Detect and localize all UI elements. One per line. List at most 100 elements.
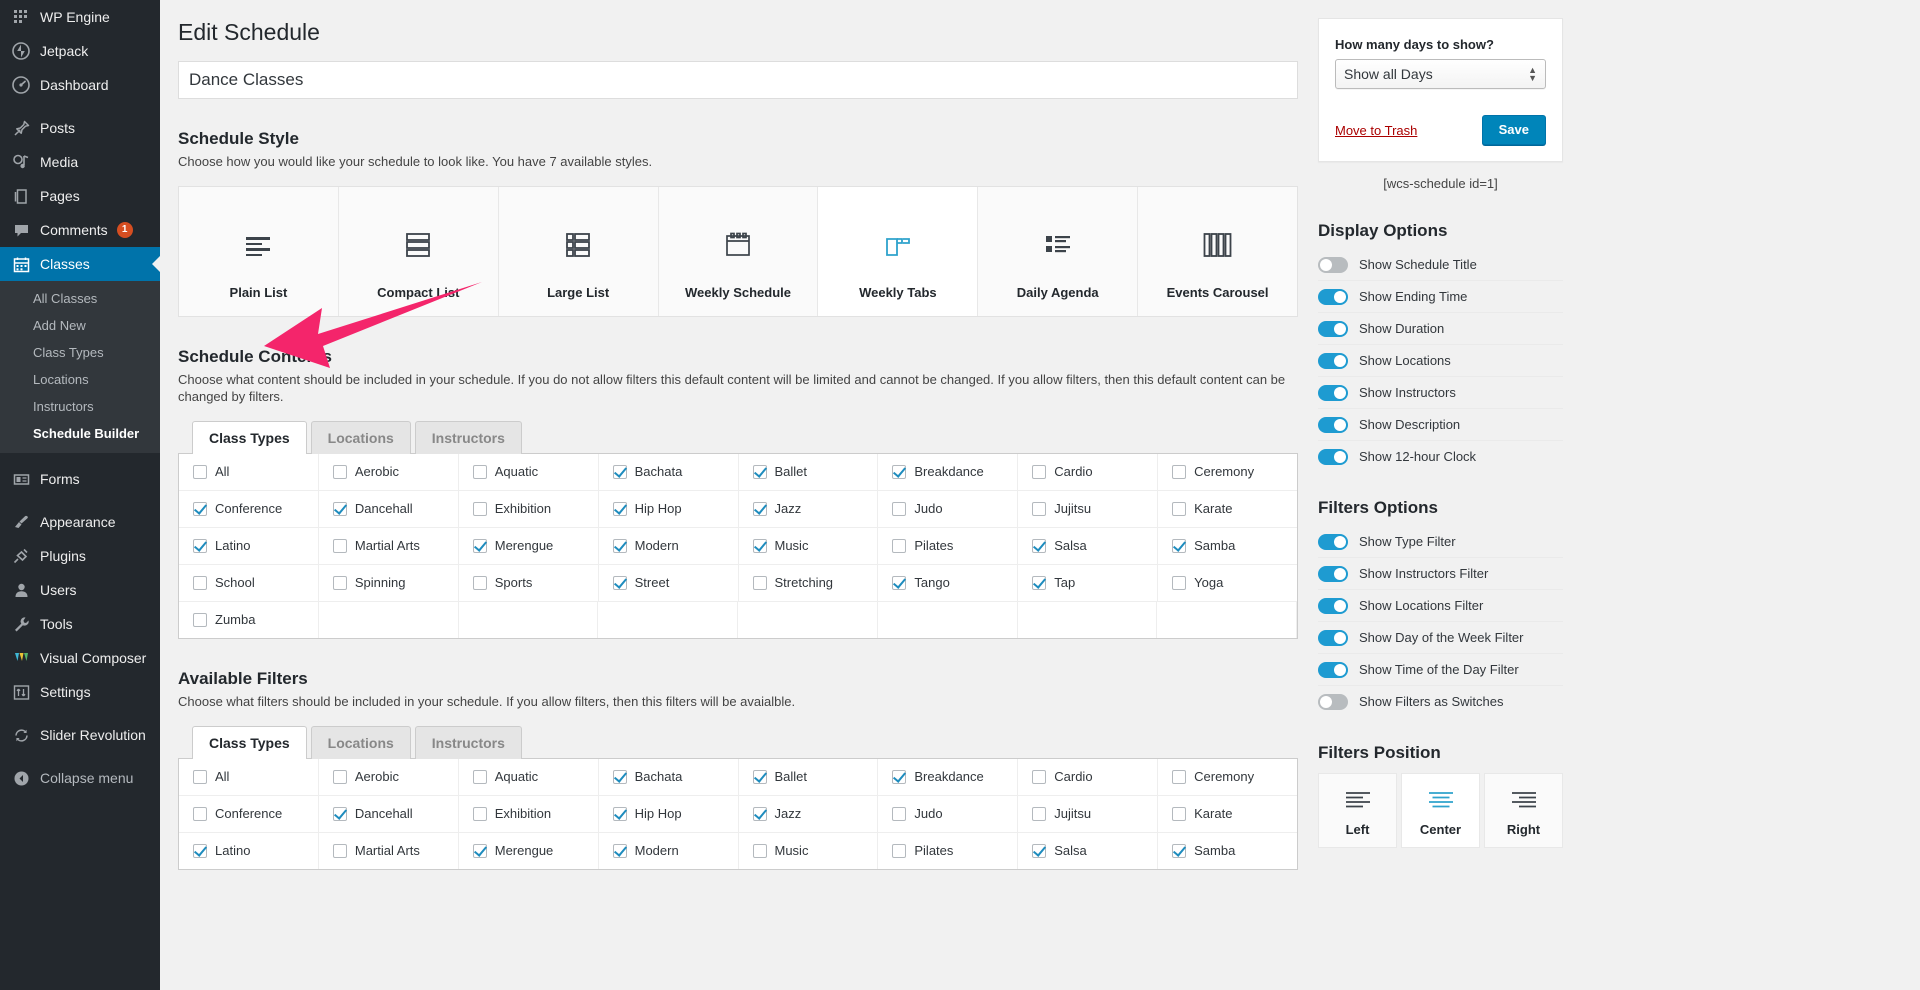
sidebar-item-wp-engine[interactable]: WP Engine — [0, 0, 160, 34]
checkbox-box[interactable] — [1032, 539, 1047, 553]
sidebar-item-pages[interactable]: Pages — [0, 179, 160, 213]
contents-checkbox-jujitsu[interactable]: Jujitsu — [1018, 491, 1159, 527]
filters-checkbox-pilates[interactable]: Pilates — [878, 833, 1019, 869]
checkbox-box[interactable] — [472, 807, 487, 821]
filters-checkbox-merengue[interactable]: Merengue — [459, 833, 599, 869]
filters-checkbox-dancehall[interactable]: Dancehall — [319, 796, 459, 832]
checkbox-box[interactable] — [332, 539, 347, 553]
filters-toggle-show-filters-as-switches[interactable] — [1318, 693, 1348, 710]
contents-checkbox-samba[interactable]: Samba — [1158, 528, 1297, 564]
days-to-show-select[interactable]: Show all Days — [1335, 59, 1546, 89]
filters-checkbox-aquatic[interactable]: Aquatic — [459, 759, 599, 795]
checkbox-box[interactable] — [193, 613, 207, 627]
checkbox-box[interactable] — [332, 576, 347, 590]
filters-checkbox-conference[interactable]: Conference — [179, 796, 319, 832]
contents-checkbox-breakdance[interactable]: Breakdance — [878, 454, 1019, 490]
contents-checkbox-school[interactable]: School — [179, 565, 319, 601]
filters-checkbox-latino[interactable]: Latino — [179, 833, 319, 869]
checkbox-box[interactable] — [332, 502, 347, 516]
checkbox-box[interactable] — [752, 576, 767, 590]
contents-checkbox-street[interactable]: Street — [599, 565, 739, 601]
contents-checkbox-stretching[interactable]: Stretching — [739, 565, 879, 601]
sidebar-item-settings[interactable]: Settings — [0, 675, 160, 709]
contents-checkbox-dancehall[interactable]: Dancehall — [319, 491, 459, 527]
checkbox-box[interactable] — [472, 465, 487, 479]
checkbox-box[interactable] — [752, 539, 767, 553]
checkbox-box[interactable] — [892, 576, 907, 590]
contents-checkbox-music[interactable]: Music — [739, 528, 879, 564]
checkbox-box[interactable] — [612, 576, 627, 590]
contents-checkbox-tap[interactable]: Tap — [1018, 565, 1159, 601]
checkbox-box[interactable] — [472, 576, 487, 590]
submenu-item-add-new[interactable]: Add New — [0, 312, 160, 339]
style-card-compact-list[interactable]: Compact List — [338, 187, 499, 316]
filters-checkbox-bachata[interactable]: Bachata — [599, 759, 739, 795]
style-card-events-carousel[interactable]: Events Carousel — [1138, 187, 1298, 316]
contents-checkbox-hip-hop[interactable]: Hip Hop — [599, 491, 739, 527]
checkbox-box[interactable] — [752, 770, 767, 784]
filters-toggle-show-instructors-filter[interactable] — [1318, 565, 1348, 582]
sidebar-item-comments[interactable]: Comments 1 — [0, 213, 160, 247]
checkbox-box[interactable] — [1032, 502, 1047, 516]
style-card-weekly-tabs[interactable]: Weekly Tabs — [818, 187, 979, 316]
checkbox-box[interactable] — [1172, 502, 1187, 516]
sidebar-item-appearance[interactable]: Appearance — [0, 505, 160, 539]
filters-checkbox-cardio[interactable]: Cardio — [1018, 759, 1159, 795]
checkbox-box[interactable] — [193, 502, 207, 516]
style-card-large-list[interactable]: Large List — [498, 187, 659, 316]
checkbox-box[interactable] — [472, 770, 487, 784]
style-card-weekly-schedule[interactable]: Weekly Schedule — [658, 187, 819, 316]
filters-checkbox-jazz[interactable]: Jazz — [739, 796, 879, 832]
filters-checkbox-exhibition[interactable]: Exhibition — [459, 796, 599, 832]
filters-checkbox-samba[interactable]: Samba — [1158, 833, 1297, 869]
contents-checkbox-pilates[interactable]: Pilates — [878, 528, 1019, 564]
checkbox-box[interactable] — [332, 844, 347, 858]
tab-instructors[interactable]: Instructors — [414, 421, 522, 454]
contents-checkbox-modern[interactable]: Modern — [599, 528, 739, 564]
checkbox-box[interactable] — [332, 465, 347, 479]
contents-checkbox-karate[interactable]: Karate — [1158, 491, 1297, 527]
checkbox-box[interactable] — [193, 844, 207, 858]
contents-checkbox-bachata[interactable]: Bachata — [599, 454, 739, 490]
checkbox-box[interactable] — [1032, 807, 1047, 821]
sidebar-item-jetpack[interactable]: Jetpack — [0, 34, 160, 68]
filters-checkbox-karate[interactable]: Karate — [1158, 796, 1297, 832]
checkbox-box[interactable] — [892, 844, 907, 858]
checkbox-box[interactable] — [193, 539, 207, 553]
display-toggle-show-description[interactable] — [1318, 416, 1348, 433]
contents-checkbox-spinning[interactable]: Spinning — [319, 565, 459, 601]
sidebar-item-users[interactable]: Users — [0, 573, 160, 607]
checkbox-box[interactable] — [193, 576, 207, 590]
contents-checkbox-sports[interactable]: Sports — [459, 565, 599, 601]
contents-checkbox-conference[interactable]: Conference — [179, 491, 319, 527]
sidebar-item-slider-revolution[interactable]: Slider Revolution — [0, 718, 160, 752]
checkbox-box[interactable] — [892, 770, 907, 784]
filters-toggle-show-time-of-the-day-filter[interactable] — [1318, 661, 1348, 678]
checkbox-box[interactable] — [752, 502, 767, 516]
sidebar-item-tools[interactable]: Tools — [0, 607, 160, 641]
filters-checkbox-salsa[interactable]: Salsa — [1018, 833, 1159, 869]
checkbox-box[interactable] — [1172, 465, 1187, 479]
filters-checkbox-all[interactable]: All — [179, 759, 319, 795]
contents-checkbox-merengue[interactable]: Merengue — [459, 528, 599, 564]
checkbox-box[interactable] — [193, 807, 207, 821]
move-to-trash-link[interactable]: Move to Trash — [1335, 123, 1417, 138]
contents-checkbox-martial-arts[interactable]: Martial Arts — [319, 528, 459, 564]
checkbox-box[interactable] — [612, 502, 627, 516]
sidebar-item-plugins[interactable]: Plugins — [0, 539, 160, 573]
tab-locations[interactable]: Locations — [310, 421, 411, 454]
checkbox-box[interactable] — [472, 502, 487, 516]
filters-checkbox-hip-hop[interactable]: Hip Hop — [599, 796, 739, 832]
sidebar-item-media[interactable]: Media — [0, 145, 160, 179]
checkbox-box[interactable] — [892, 539, 907, 553]
contents-checkbox-ceremony[interactable]: Ceremony — [1158, 454, 1297, 490]
position-card-center[interactable]: Center — [1401, 773, 1480, 848]
filters-checkbox-ceremony[interactable]: Ceremony — [1158, 759, 1297, 795]
sidebar-item-posts[interactable]: Posts — [0, 111, 160, 145]
display-toggle-show-instructors[interactable] — [1318, 384, 1348, 401]
filters-toggle-show-locations-filter[interactable] — [1318, 597, 1348, 614]
display-toggle-show-schedule-title[interactable] — [1318, 256, 1348, 273]
checkbox-box[interactable] — [1032, 576, 1047, 590]
contents-checkbox-all[interactable]: All — [179, 454, 319, 490]
filters-checkbox-breakdance[interactable]: Breakdance — [878, 759, 1019, 795]
